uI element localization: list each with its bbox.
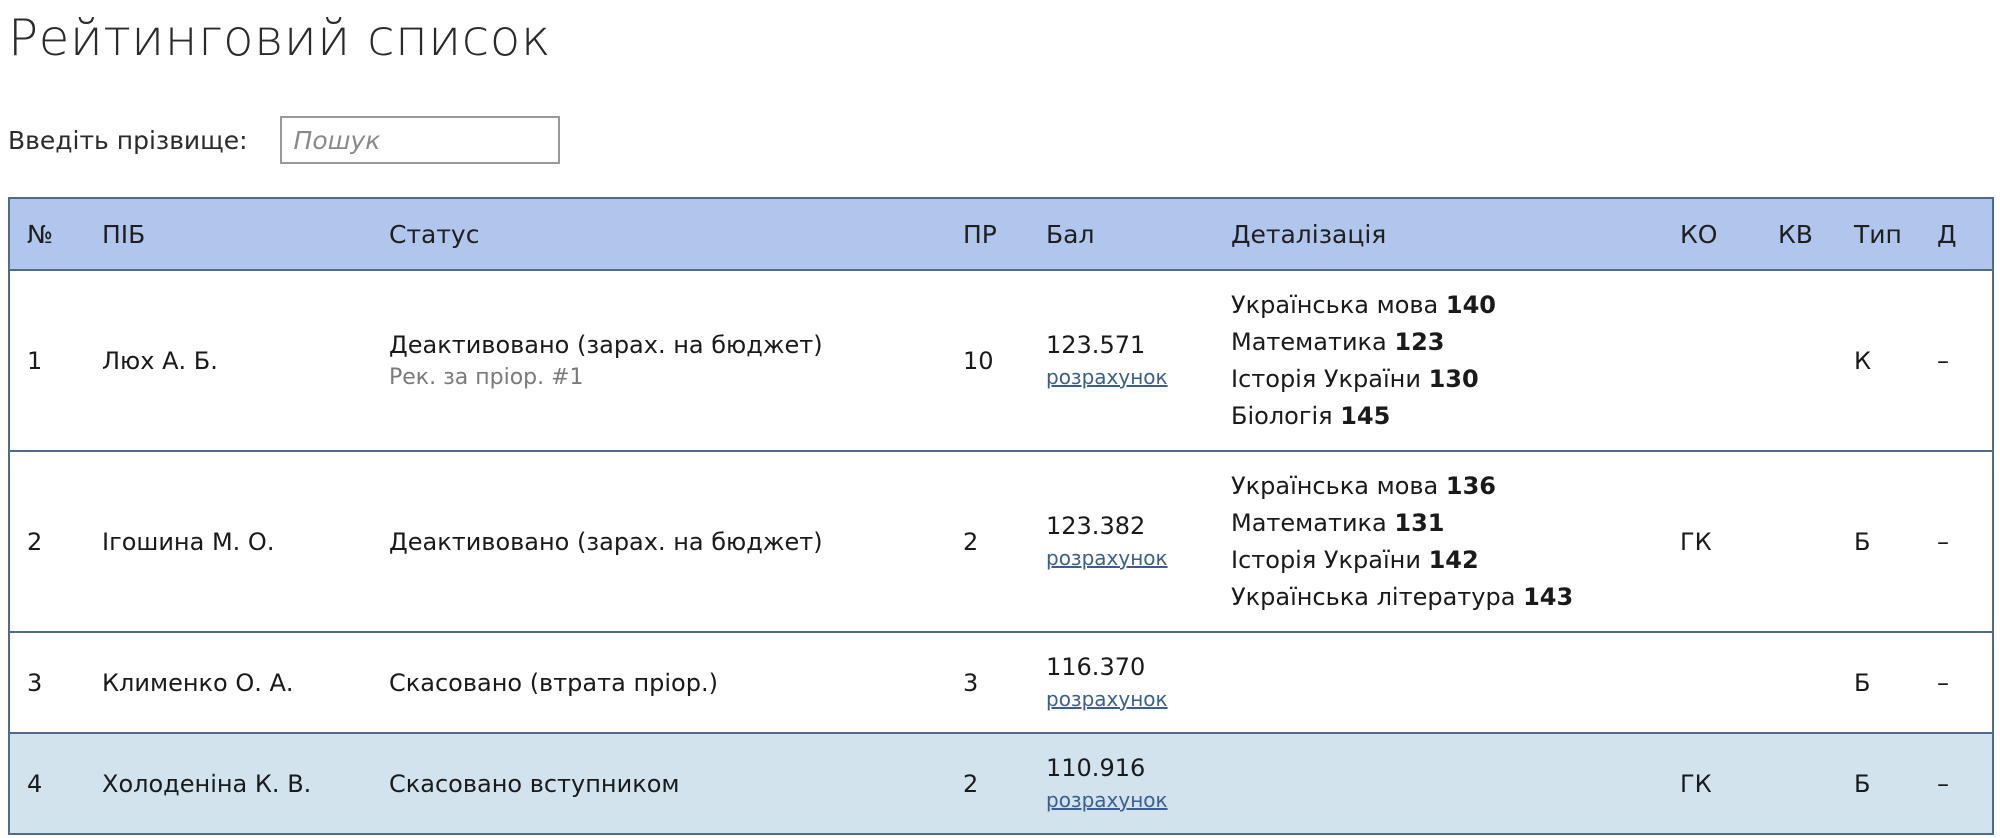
detail-subject: Математика <box>1231 508 1387 537</box>
row-d: – <box>1920 733 1994 834</box>
row-status: Деактивовано (зарах. на бюджет) <box>372 451 946 632</box>
detail-line: Біологія 145 <box>1231 398 1663 435</box>
detail-line: Математика 123 <box>1231 324 1663 361</box>
score-value: 123.382 <box>1046 512 1146 540</box>
page-title: Рейтинговий список <box>8 9 552 67</box>
detail-subject: Біологія <box>1231 401 1333 430</box>
score-value: 116.370 <box>1046 653 1146 681</box>
status-note: Рек. за пріор. #1 <box>389 365 584 390</box>
row-name: Ігошина М. О. <box>102 527 275 556</box>
row-status: Скасовано вступником <box>372 733 946 834</box>
row-num: 3 <box>8 632 85 733</box>
row-num: 1 <box>8 270 85 451</box>
status-text: Деактивовано (зарах. на бюджет) <box>389 331 823 359</box>
table-row-highlighted: 4 Холоденіна К. В. Скасовано вступником … <box>8 733 1994 834</box>
header-type[interactable]: Тип <box>1837 197 1920 271</box>
detail-subject: Українська література <box>1231 582 1516 611</box>
row-type: К <box>1854 346 1872 375</box>
header-details[interactable]: Деталізація <box>1214 197 1663 271</box>
row-kv <box>1761 632 1837 733</box>
detail-subject: Історія України <box>1231 545 1421 574</box>
row-type: Б <box>1854 527 1871 556</box>
row-type: Б <box>1854 668 1871 697</box>
calculation-link[interactable]: розрахунок <box>1046 687 1168 711</box>
row-priority: 2 <box>963 769 979 798</box>
row-details: Українська мова 136 Математика 131 Істор… <box>1214 451 1663 632</box>
header-status[interactable]: Статус <box>372 197 946 271</box>
detail-line: Українська література 143 <box>1231 579 1663 616</box>
detail-score: 130 <box>1428 364 1479 393</box>
detail-line: Історія України 142 <box>1231 542 1663 579</box>
row-num: 4 <box>8 733 85 834</box>
detail-line: Українська мова 136 <box>1231 468 1663 505</box>
header-kv[interactable]: КВ <box>1761 197 1837 271</box>
search-label: Введіть прізвище: <box>8 125 248 155</box>
header-ko[interactable]: КО <box>1663 197 1761 271</box>
row-ko: ГК <box>1680 769 1712 798</box>
detail-subject: Історія України <box>1231 364 1421 393</box>
row-details <box>1214 632 1663 733</box>
rating-table: № ПІБ Статус ПР Бал Деталізація КО КВ Ти… <box>8 197 1994 835</box>
row-details <box>1214 733 1663 834</box>
status-text: Скасовано вступником <box>389 769 680 798</box>
detail-score: 136 <box>1445 471 1496 500</box>
row-details: Українська мова 140 Математика 123 Істор… <box>1214 270 1663 451</box>
detail-subject: Математика <box>1231 327 1387 356</box>
calculation-link[interactable]: розрахунок <box>1046 365 1168 389</box>
row-name: Холоденіна К. В. <box>102 769 312 798</box>
detail-score: 131 <box>1394 508 1445 537</box>
row-kv <box>1761 733 1837 834</box>
status-text: Скасовано (втрата пріор.) <box>389 668 718 697</box>
header-num[interactable]: № <box>8 197 85 271</box>
detail-score: 123 <box>1394 327 1445 356</box>
search-row: Введіть прізвище: <box>8 116 560 164</box>
detail-line: Історія України 130 <box>1231 361 1663 398</box>
row-score: 123.382 розрахунок <box>1029 451 1214 632</box>
header-name[interactable]: ПІБ <box>85 197 372 271</box>
row-score: 116.370 розрахунок <box>1029 632 1214 733</box>
row-score: 123.571 розрахунок <box>1029 270 1214 451</box>
calculation-link[interactable]: розрахунок <box>1046 546 1168 570</box>
table-header-row: № ПІБ Статус ПР Бал Деталізація КО КВ Ти… <box>8 197 1994 271</box>
row-kv <box>1761 270 1837 451</box>
detail-score: 143 <box>1523 582 1574 611</box>
search-input[interactable] <box>279 116 560 164</box>
row-name: Клименко О. А. <box>102 668 294 697</box>
header-priority[interactable]: ПР <box>946 197 1029 271</box>
row-d: – <box>1920 451 1994 632</box>
table-row: 1 Люх А. Б. Деактивовано (зарах. на бюдж… <box>8 270 1994 451</box>
score-value: 110.916 <box>1046 754 1146 782</box>
calculation-link[interactable]: розрахунок <box>1046 788 1168 812</box>
row-ko <box>1663 632 1761 733</box>
row-num: 2 <box>8 451 85 632</box>
status-text: Деактивовано (зарах. на бюджет) <box>389 527 823 556</box>
row-d: – <box>1920 270 1994 451</box>
row-priority: 10 <box>963 346 994 375</box>
score-value: 123.571 <box>1046 331 1146 359</box>
detail-subject: Українська мова <box>1231 471 1439 500</box>
header-score[interactable]: Бал <box>1029 197 1214 271</box>
row-priority: 2 <box>963 527 979 556</box>
header-d[interactable]: Д <box>1920 197 1994 271</box>
table-row: 3 Клименко О. А. Скасовано (втрата пріор… <box>8 632 1994 733</box>
detail-line: Математика 131 <box>1231 505 1663 542</box>
detail-score: 145 <box>1340 401 1391 430</box>
row-type: Б <box>1854 769 1871 798</box>
row-kv <box>1761 451 1837 632</box>
detail-score: 140 <box>1445 290 1496 319</box>
table-row: 2 Ігошина М. О. Деактивовано (зарах. на … <box>8 451 1994 632</box>
row-priority: 3 <box>963 668 979 697</box>
detail-subject: Українська мова <box>1231 290 1439 319</box>
row-d: – <box>1920 632 1994 733</box>
row-status: Деактивовано (зарах. на бюджет) Рек. за … <box>372 270 946 451</box>
row-score: 110.916 розрахунок <box>1029 733 1214 834</box>
row-ko <box>1663 270 1761 451</box>
row-ko: ГК <box>1680 527 1712 556</box>
detail-line: Українська мова 140 <box>1231 287 1663 324</box>
row-status: Скасовано (втрата пріор.) <box>372 632 946 733</box>
detail-score: 142 <box>1428 545 1479 574</box>
row-name: Люх А. Б. <box>102 346 218 375</box>
